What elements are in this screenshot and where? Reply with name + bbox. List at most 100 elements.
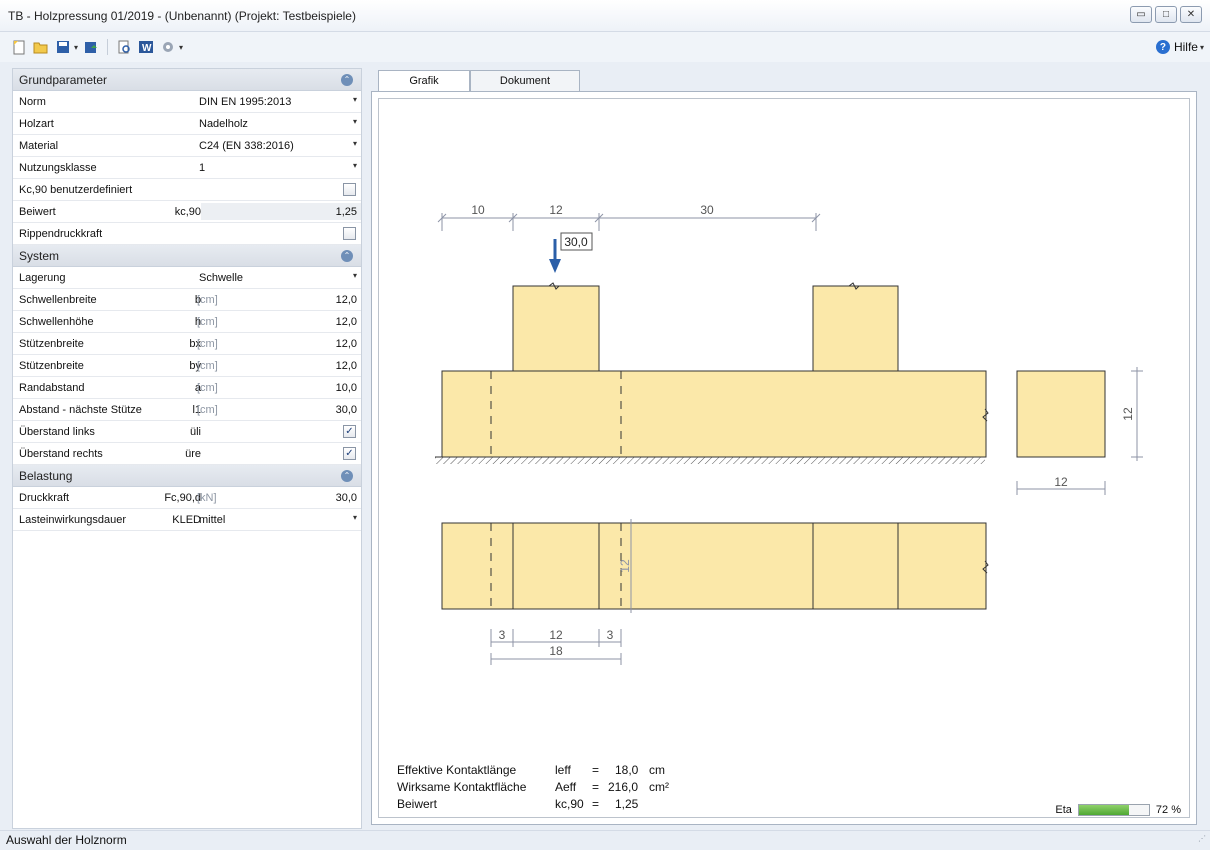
save-dropdown-icon[interactable]: ▾ bbox=[74, 43, 78, 52]
row-kc90-user[interactable]: Kc,90 benutzerdefiniert bbox=[13, 179, 361, 201]
row-schwellenbreite[interactable]: Schwellenbreite b [cm] 12,0 bbox=[13, 289, 361, 311]
row-lagerung[interactable]: Lagerung Schwelle ▾ bbox=[13, 267, 361, 289]
dim-top-2: 30 bbox=[700, 203, 714, 217]
row-schwellenhoehe[interactable]: Schwellenhöhe h [cm] 12,0 bbox=[13, 311, 361, 333]
row-label: Überstand links bbox=[19, 426, 95, 438]
sill-cross-section bbox=[1016, 370, 1106, 458]
row-rippendruckkraft[interactable]: Rippendruckkraft bbox=[13, 223, 361, 245]
status-text: Auswahl der Holznorm bbox=[6, 833, 127, 847]
help-icon: ? bbox=[1155, 40, 1170, 54]
row-label: Lasteinwirkungsdauer bbox=[19, 514, 127, 526]
dropdown-icon[interactable]: ▾ bbox=[353, 161, 357, 170]
section-grundparameter[interactable]: Grundparameter ⌃ bbox=[13, 69, 361, 91]
section-belastung[interactable]: Belastung ⌃ bbox=[13, 465, 361, 487]
schwellenbreite-input[interactable]: 12,0 bbox=[336, 294, 357, 306]
word-icon[interactable]: W bbox=[137, 38, 155, 56]
dropdown-icon[interactable]: ▾ bbox=[353, 95, 357, 104]
row-label: Norm bbox=[19, 96, 46, 108]
result-label: Effektive Kontaktlänge bbox=[397, 763, 517, 777]
row-holzart[interactable]: Holzart Nadelholz ▾ bbox=[13, 113, 361, 135]
row-nutzungsklasse[interactable]: Nutzungsklasse 1 ▾ bbox=[13, 157, 361, 179]
norm-select[interactable]: DIN EN 1995:2013 bbox=[199, 96, 291, 108]
randabstand-input[interactable]: 10,0 bbox=[336, 382, 357, 394]
svg-text:W: W bbox=[142, 43, 152, 54]
row-beiwert: Beiwert kc,90 1,25 bbox=[13, 201, 361, 223]
resize-grip-icon[interactable]: ⋰ bbox=[1198, 829, 1206, 848]
dim-top-0: 10 bbox=[471, 203, 485, 217]
rippendruckkraft-checkbox[interactable] bbox=[343, 227, 356, 240]
row-norm[interactable]: Norm DIN EN 1995:2013 ▾ bbox=[13, 91, 361, 113]
eta-bar bbox=[1077, 804, 1150, 816]
collapse-icon[interactable]: ⌃ bbox=[341, 74, 353, 86]
eta-value: 72 % bbox=[1155, 804, 1181, 816]
collapse-icon[interactable]: ⌃ bbox=[341, 250, 353, 262]
row-label: Schwellenbreite bbox=[19, 294, 97, 306]
status-bar: Auswahl der Holznorm ⋰ bbox=[0, 830, 1210, 850]
window-title: TB - Holzpressung 01/2019 - (Unbenannt) … bbox=[8, 9, 356, 23]
row-label: Holzart bbox=[19, 118, 54, 130]
druckkraft-input[interactable]: 30,0 bbox=[336, 492, 357, 504]
material-select[interactable]: C24 (EN 338:2016) bbox=[199, 140, 294, 152]
help-button[interactable]: ? Hilfe ▾ bbox=[1155, 40, 1204, 54]
row-ueberstand-rechts[interactable]: Überstand rechts üre ✓ bbox=[13, 443, 361, 465]
section-title: System bbox=[19, 249, 60, 263]
close-icon: ✕ bbox=[1186, 9, 1196, 20]
property-panel: Grundparameter ⌃ Norm DIN EN 1995:2013 ▾… bbox=[12, 68, 362, 829]
result-kc90: Beiwert kc,90 = 1,25 bbox=[397, 797, 697, 814]
row-stuetzenbreite-x[interactable]: Stützenbreite bx [cm] 12,0 bbox=[13, 333, 361, 355]
minimize-icon: ▭ bbox=[1136, 9, 1146, 20]
row-label: Material bbox=[19, 140, 59, 152]
collapse-icon[interactable]: ⌃ bbox=[341, 470, 353, 482]
row-abstand[interactable]: Abstand - nächste Stütze l1 [cm] 30,0 bbox=[13, 399, 361, 421]
row-lasteinwirkung[interactable]: Lasteinwirkungsdauer KLED mittel ▾ bbox=[13, 509, 361, 531]
row-symbol: kc,90 bbox=[174, 206, 201, 218]
result-leff: Effektive Kontaktlänge leff = 18,0 cm bbox=[397, 763, 697, 780]
help-label: Hilfe bbox=[1173, 40, 1198, 54]
tab-dokument[interactable]: Dokument bbox=[470, 70, 580, 92]
stuetzenbreite-x-input[interactable]: 12,0 bbox=[336, 338, 357, 350]
dropdown-icon[interactable]: ▾ bbox=[353, 513, 357, 522]
dropdown-icon[interactable]: ▾ bbox=[353, 271, 357, 280]
close-button[interactable]: ✕ bbox=[1180, 6, 1202, 23]
nutzungsklasse-select[interactable]: 1 bbox=[199, 162, 205, 174]
holzart-select[interactable]: Nadelholz bbox=[199, 118, 248, 130]
stuetzenbreite-y-input[interactable]: 12,0 bbox=[336, 360, 357, 372]
tab-grafik[interactable]: Grafik bbox=[378, 70, 470, 93]
kc90-user-checkbox[interactable] bbox=[343, 183, 356, 196]
dropdown-icon[interactable]: ▾ bbox=[353, 139, 357, 148]
result-label: Beiwert bbox=[397, 797, 438, 811]
row-unit: [cm] bbox=[197, 316, 218, 328]
settings-dropdown-icon[interactable]: ▾ bbox=[179, 43, 183, 52]
lagerung-select[interactable]: Schwelle bbox=[199, 272, 243, 284]
row-material[interactable]: Material C24 (EN 338:2016) ▾ bbox=[13, 135, 361, 157]
load-label: 30,0 bbox=[564, 235, 588, 249]
dim-side-width: 12 bbox=[1054, 475, 1068, 489]
dropdown-icon[interactable]: ▾ bbox=[353, 117, 357, 126]
row-label: Druckkraft bbox=[19, 492, 70, 504]
save-icon[interactable] bbox=[54, 38, 72, 56]
abstand-input[interactable]: 30,0 bbox=[336, 404, 357, 416]
maximize-button[interactable]: □ bbox=[1155, 6, 1177, 23]
minimize-button[interactable]: ▭ bbox=[1130, 6, 1152, 23]
dim-side-height: 12 bbox=[1121, 407, 1135, 421]
ueberstand-links-checkbox[interactable]: ✓ bbox=[343, 425, 356, 438]
settings-icon[interactable] bbox=[159, 38, 177, 56]
open-icon[interactable] bbox=[32, 38, 50, 56]
toolbar: ▾ W ▾ ? Hilfe ▾ bbox=[0, 32, 1210, 62]
export-icon[interactable] bbox=[82, 38, 100, 56]
new-icon[interactable] bbox=[10, 38, 28, 56]
row-ueberstand-links[interactable]: Überstand links üli ✓ bbox=[13, 421, 361, 443]
row-druckkraft[interactable]: Druckkraft Fc,90,d [kN] 30,0 bbox=[13, 487, 361, 509]
ueberstand-rechts-checkbox[interactable]: ✓ bbox=[343, 447, 356, 460]
lasteinwirkung-select[interactable]: mittel bbox=[199, 514, 225, 526]
row-randabstand[interactable]: Randabstand a [cm] 10,0 bbox=[13, 377, 361, 399]
row-stuetzenbreite-y[interactable]: Stützenbreite by [cm] 12,0 bbox=[13, 355, 361, 377]
window-controls: ▭ □ ✕ bbox=[1130, 6, 1202, 23]
schwellenhoehe-input[interactable]: 12,0 bbox=[336, 316, 357, 328]
section-system[interactable]: System ⌃ bbox=[13, 245, 361, 267]
eta-indicator: Eta 72 % bbox=[1055, 804, 1181, 816]
row-label: Kc,90 benutzerdefiniert bbox=[19, 184, 133, 196]
result-eq: = bbox=[592, 797, 600, 811]
row-symbol: Fc,90,d bbox=[164, 492, 201, 504]
print-preview-icon[interactable] bbox=[115, 38, 133, 56]
